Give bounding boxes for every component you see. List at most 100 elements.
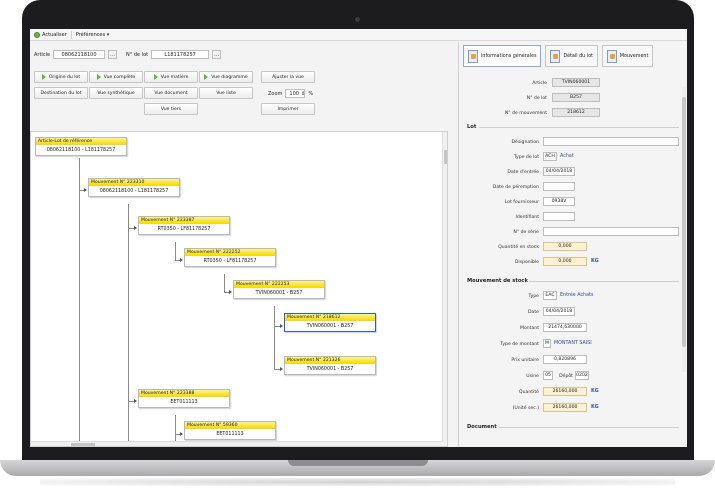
lot-label: N° de lot: [526, 96, 547, 101]
detail-tabs: Informations générales Détail du lot Mou…: [463, 45, 654, 67]
type-code[interactable]: EAC: [543, 291, 557, 300]
node-title: Mouvement N° 223310: [89, 179, 179, 186]
lot-lookup-button[interactable]: …: [212, 50, 222, 59]
article-input[interactable]: 08062118100: [53, 50, 106, 59]
tree-node[interactable]: Mouvement N° 222253 TVIN060001 - B257: [233, 280, 325, 299]
tab-label: Détail du lot: [563, 53, 593, 59]
imprimer-button[interactable]: Imprimer: [261, 103, 315, 115]
designation-label: Désignation: [511, 140, 539, 145]
origine-button[interactable]: Origine du lot: [34, 71, 88, 83]
tree-horizontal-scrollbar[interactable]: [31, 441, 444, 446]
node-title: Mouvement N° 223388: [139, 390, 229, 397]
node-title: Mouvement N° 223387: [139, 217, 229, 224]
vue-diagramme-label: Vue diagramme: [211, 74, 248, 80]
ajuster-vue-button[interactable]: Ajuster la vue: [261, 71, 315, 83]
app-screen: Actualiser Préférences ▾ Article 0806211…: [30, 29, 687, 447]
vue-document-button[interactable]: Vue document: [144, 87, 198, 99]
identifiant-label: Identifiant: [515, 215, 539, 220]
tab-detail-lot[interactable]: Détail du lot: [545, 45, 598, 67]
section-lot: Lot: [467, 124, 477, 130]
usine-label: Usine: [526, 374, 539, 379]
tree-node[interactable]: Mouvement N° 59360 EET011113: [184, 421, 276, 440]
origine-label: Origine du lot: [48, 74, 81, 80]
disponible-label: Disponible: [514, 260, 539, 265]
vue-tiers-button[interactable]: Vue tiers: [144, 103, 198, 115]
node-body: TVIN060001 - B257: [306, 366, 354, 372]
top-toolbar: Actualiser Préférences ▾: [30, 29, 687, 41]
vue-complete-button[interactable]: Vue complète: [89, 71, 143, 83]
tree-node[interactable]: Mouvement N° 223388 EET011113: [138, 389, 230, 408]
prix-field[interactable]: 0,820896: [543, 355, 587, 364]
connector-line: [274, 306, 275, 370]
date-entree-label: Date d'entrée: [507, 170, 539, 175]
designation-field[interactable]: [543, 137, 679, 146]
section-document: Document: [467, 424, 497, 430]
divider: [479, 127, 679, 128]
play-icon: [41, 74, 46, 80]
type-montant-code[interactable]: M: [543, 339, 551, 348]
montant-field[interactable]: 21474,630000: [543, 323, 587, 332]
zoom-value: 100: [289, 90, 299, 97]
preferences-menu[interactable]: Préférences ▾: [76, 32, 110, 38]
depot-label: Dépôt: [559, 374, 573, 379]
tab-label: Informations générales: [481, 53, 537, 59]
tree-node[interactable]: Mouvement N° 223310 08062118100 - L18117…: [88, 178, 180, 197]
tree-node-selected[interactable]: Mouvement N° 218612 TVIN060001 - B257: [284, 313, 376, 332]
lot-fournisseur-field[interactable]: 0938V: [543, 197, 575, 206]
tree-node[interactable]: Mouvement N° 222252 RT0350 - LF81178257: [184, 248, 276, 267]
lot-input[interactable]: L181178257: [151, 50, 210, 59]
vue-liste-button[interactable]: Vue liste: [199, 87, 253, 99]
destination-button[interactable]: Destination du lot: [34, 87, 88, 99]
refresh-button[interactable]: Actualiser: [34, 31, 67, 38]
identifiant-field[interactable]: [543, 212, 575, 221]
peremption-field[interactable]: [543, 182, 575, 191]
unite-sec-value: 26160,000: [543, 403, 587, 412]
usine-field[interactable]: 05: [543, 371, 553, 380]
zoom-input[interactable]: 100 ⇕: [285, 89, 306, 98]
toolbar-separator: [70, 30, 72, 39]
arrow-icon: [134, 399, 137, 403]
vue-matiere-button[interactable]: Vue matière: [144, 71, 198, 83]
tree-vertical-scrollbar[interactable]: [442, 132, 447, 446]
disponible-value: 0,000: [543, 257, 587, 266]
panel-scrollbar[interactable]: [682, 87, 686, 372]
type-montant-label: Type de montant: [500, 342, 539, 347]
node-title: Mouvement N° 59360: [185, 422, 275, 429]
depot-field[interactable]: 0202: [575, 371, 589, 380]
connector-line: [175, 242, 176, 260]
vue-synthetique-button[interactable]: Vue synthétique: [89, 87, 143, 99]
refresh-label: Actualiser: [42, 31, 67, 38]
spinner-icon[interactable]: ⇕: [301, 91, 305, 97]
node-body: TVIN060001 - B257: [255, 290, 303, 296]
scroll-thumb[interactable]: [682, 97, 686, 347]
document-icon: [468, 49, 478, 63]
arrow-icon: [180, 432, 183, 436]
tree-node-root[interactable]: Article-Lot de référence 08062118100 - L…: [35, 137, 127, 156]
date-entree-field[interactable]: 04/04/2018: [543, 167, 575, 176]
prix-label: Prix unitaire: [511, 358, 539, 363]
type-lot-text: Achat: [560, 154, 574, 159]
article-lookup-button[interactable]: …: [108, 50, 118, 59]
laptop-notch: [288, 460, 428, 466]
tab-mouvement[interactable]: Mouvement: [601, 45, 654, 67]
type-lot-code[interactable]: ACH: [543, 152, 557, 161]
zoom-label: Zoom: [268, 90, 283, 97]
search-row: Article 08062118100 … N° de lot L1811782…: [34, 50, 222, 59]
tab-informations[interactable]: Informations générales: [463, 45, 542, 67]
type-lot-label: Type de lot: [513, 155, 539, 160]
vue-diagramme-button[interactable]: Vue diagramme: [199, 71, 253, 83]
tree-node[interactable]: Mouvement N° 223387 RT0350 - LF81178257: [138, 216, 230, 235]
serie-field[interactable]: [543, 227, 679, 236]
arrow-icon: [280, 324, 283, 328]
vue-complete-label: Vue complète: [103, 74, 136, 80]
preferences-label: Préférences ▾: [75, 31, 110, 38]
document-icon: [550, 49, 561, 63]
scroll-thumb[interactable]: [71, 443, 95, 446]
scroll-thumb[interactable]: [444, 150, 447, 164]
node-title: Article-Lot de référence: [36, 138, 126, 145]
tree-node[interactable]: Mouvement N° 221326 TVIN060001 - B257: [284, 356, 376, 375]
date-field[interactable]: 04/04/2018: [543, 307, 575, 316]
tab-label: Mouvement: [619, 53, 649, 59]
node-title: Mouvement N° 218612: [285, 314, 375, 321]
type-text: Entrée Achats: [560, 293, 594, 298]
